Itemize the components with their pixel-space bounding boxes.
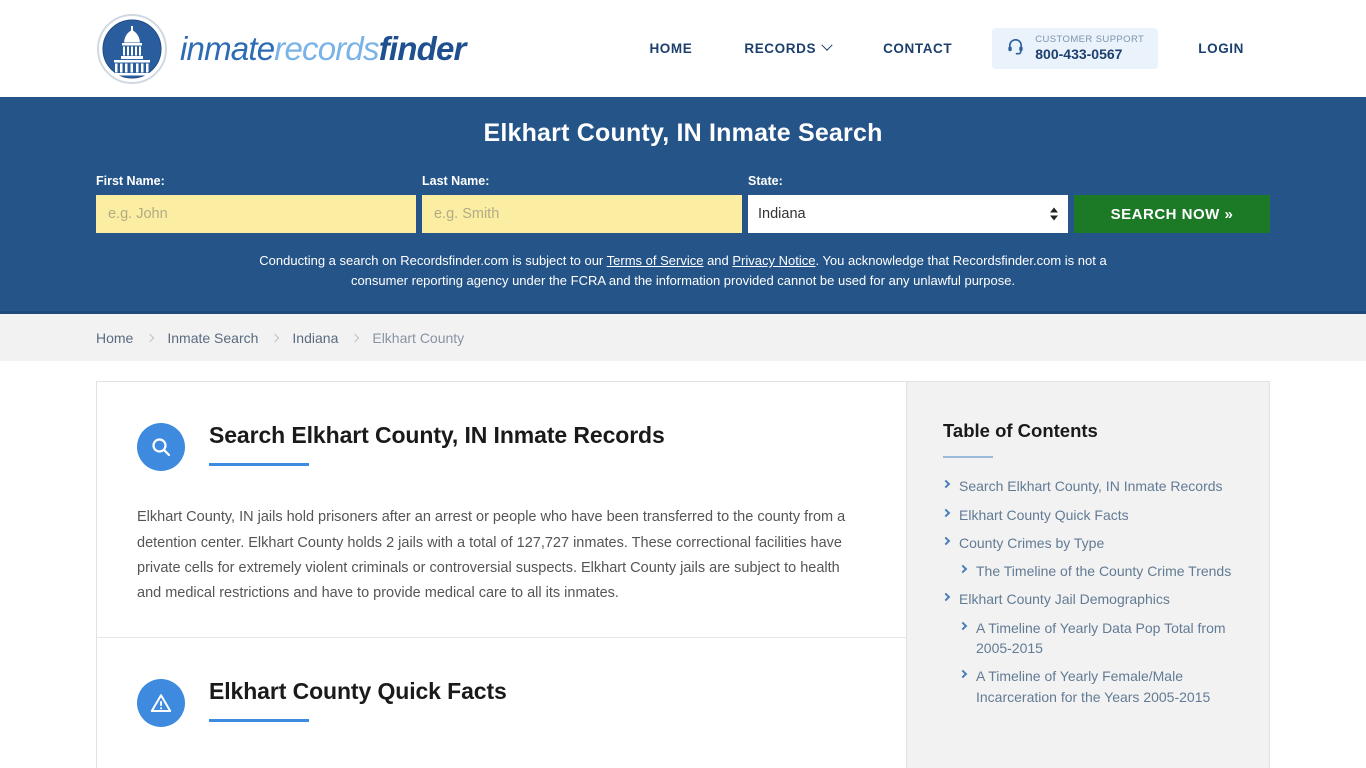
- breadcrumb-item-indiana[interactable]: Indiana: [292, 330, 338, 346]
- site-header: inmaterecordsfinder HOME RECORDS CONTACT: [0, 0, 1366, 97]
- chevron-right-icon: [271, 333, 280, 343]
- disclaimer-text-2: and: [703, 253, 733, 268]
- section-quick-facts: Elkhart County Quick Facts: [97, 636, 906, 757]
- nav-home[interactable]: HOME: [623, 41, 718, 56]
- nav-login[interactable]: LOGIN: [1172, 41, 1270, 56]
- breadcrumb-item-home[interactable]: Home: [96, 330, 133, 346]
- first-name-label: First Name:: [96, 174, 165, 188]
- support-phone: 800-433-0567: [1035, 45, 1123, 62]
- nav-login-label: LOGIN: [1198, 40, 1244, 56]
- breadcrumb-item-inmate-search[interactable]: Inmate Search: [167, 330, 258, 346]
- section-body-search-records: Elkhart County, IN jails hold prisoners …: [137, 509, 846, 602]
- main-navigation: HOME RECORDS CONTACT CUSTOMER SUPPORT 80…: [623, 27, 1270, 69]
- nav-records[interactable]: RECORDS: [718, 39, 857, 56]
- first-name-field-group: First Name:: [96, 174, 416, 233]
- nav-home-label: HOME: [649, 40, 693, 56]
- toc-link[interactable]: A Timeline of Yearly Data Pop Total from…: [976, 618, 1239, 659]
- section-underline: [209, 718, 309, 722]
- first-name-input[interactable]: [96, 195, 416, 233]
- breadcrumb: Home Inmate Search Indiana Elkhart Count…: [96, 330, 464, 346]
- headset-icon: [1006, 36, 1025, 60]
- magnifier-icon: [137, 423, 185, 472]
- warning-triangle-icon: [137, 678, 185, 727]
- chevron-right-icon: [958, 564, 968, 574]
- content-layout: Search Elkhart County, IN Inmate Records…: [96, 381, 1270, 768]
- chevron-right-icon: [941, 508, 951, 517]
- section-title-search-records: Search Elkhart County, IN Inmate Records: [209, 422, 665, 449]
- inmate-search-form: First Name: Last Name: State: Indiana SE…: [96, 174, 1270, 233]
- last-name-field-group: Last Name:: [422, 174, 742, 233]
- toc-item-search-records[interactable]: Search Elkhart County, IN Inmate Records: [941, 476, 1239, 496]
- chevron-right-icon: [941, 536, 951, 546]
- state-label: State:: [748, 174, 783, 188]
- breadcrumb-bar: Home Inmate Search Indiana Elkhart Count…: [0, 314, 1366, 362]
- nav-contact-label: CONTACT: [883, 40, 953, 56]
- privacy-notice-link[interactable]: Privacy Notice: [732, 253, 815, 268]
- main-content: Search Elkhart County, IN Inmate Records…: [97, 382, 907, 768]
- nav-records-label: RECORDS: [744, 40, 817, 56]
- capitol-dome-icon: [96, 13, 168, 85]
- brand-part-records: records: [274, 30, 379, 67]
- nav-contact[interactable]: CONTACT: [857, 41, 978, 56]
- terms-of-service-link[interactable]: Terms of Service: [607, 253, 704, 268]
- toc-link[interactable]: Elkhart County Jail Demographics: [959, 589, 1170, 609]
- toc-item-crime-trends-timeline[interactable]: The Timeline of the County Crime Trends: [943, 561, 1239, 581]
- toc-link[interactable]: The Timeline of the County Crime Trends: [976, 561, 1231, 581]
- search-disclaimer: Conducting a search on Recordsfinder.com…: [253, 251, 1113, 291]
- toc-item-county-crimes[interactable]: County Crimes by Type: [941, 533, 1239, 553]
- toc-link[interactable]: Elkhart County Quick Facts: [959, 505, 1129, 525]
- disclaimer-text-1: Conducting a search on Recordsfinder.com…: [259, 253, 607, 268]
- chevron-down-icon: [821, 39, 833, 52]
- customer-support-badge[interactable]: CUSTOMER SUPPORT 800-433-0567: [992, 27, 1159, 69]
- last-name-input[interactable]: [422, 195, 742, 233]
- section-title-quick-facts: Elkhart County Quick Facts: [209, 677, 507, 704]
- state-select[interactable]: Indiana: [748, 195, 1068, 233]
- table-of-contents-panel: Table of Contents Search Elkhart County,…: [907, 382, 1269, 768]
- page-title: Elkhart County, IN Inmate Search: [483, 119, 883, 147]
- search-now-button[interactable]: SEARCH NOW »: [1074, 195, 1270, 233]
- toc-link[interactable]: A Timeline of Yearly Female/Male Incarce…: [976, 666, 1239, 707]
- brand-part-finder: finder: [378, 30, 467, 67]
- breadcrumb-item-current: Elkhart County: [372, 329, 465, 346]
- chevron-right-icon: [941, 480, 951, 489]
- toc-title: Table of Contents: [943, 420, 1098, 442]
- chevron-right-icon: [958, 621, 968, 631]
- chevron-right-icon: [941, 593, 951, 602]
- support-label: CUSTOMER SUPPORT: [1035, 33, 1145, 45]
- toc-underline: [943, 456, 993, 459]
- toc-item-jail-demographics[interactable]: Elkhart County Jail Demographics: [941, 589, 1239, 609]
- state-field-group: State: Indiana: [748, 174, 1068, 233]
- chevron-right-icon: [958, 670, 968, 679]
- chevron-right-icon: [351, 333, 360, 343]
- chevron-right-icon: [146, 333, 155, 343]
- brand-part-inmate: inmate: [180, 30, 275, 67]
- brand-wordmark: inmaterecordsfinder: [180, 32, 466, 65]
- section-underline: [209, 463, 309, 467]
- site-logo[interactable]: inmaterecordsfinder: [96, 13, 466, 85]
- toc-item-quick-facts[interactable]: Elkhart County Quick Facts: [941, 505, 1239, 525]
- toc-item-pop-total-timeline[interactable]: A Timeline of Yearly Data Pop Total from…: [943, 618, 1239, 659]
- section-search-records: Search Elkhart County, IN Inmate Records…: [97, 382, 906, 637]
- toc-list: Search Elkhart County, IN Inmate Records…: [941, 476, 1239, 707]
- toc-link[interactable]: Search Elkhart County, IN Inmate Records: [959, 476, 1223, 496]
- hero-search-section: Elkhart County, IN Inmate Search First N…: [0, 97, 1366, 315]
- toc-link[interactable]: County Crimes by Type: [959, 533, 1104, 553]
- page-wrapper: Search Elkhart County, IN Inmate Records…: [0, 361, 1366, 768]
- toc-item-incarceration-timeline[interactable]: A Timeline of Yearly Female/Male Incarce…: [943, 666, 1239, 707]
- last-name-label: Last Name:: [422, 174, 490, 188]
